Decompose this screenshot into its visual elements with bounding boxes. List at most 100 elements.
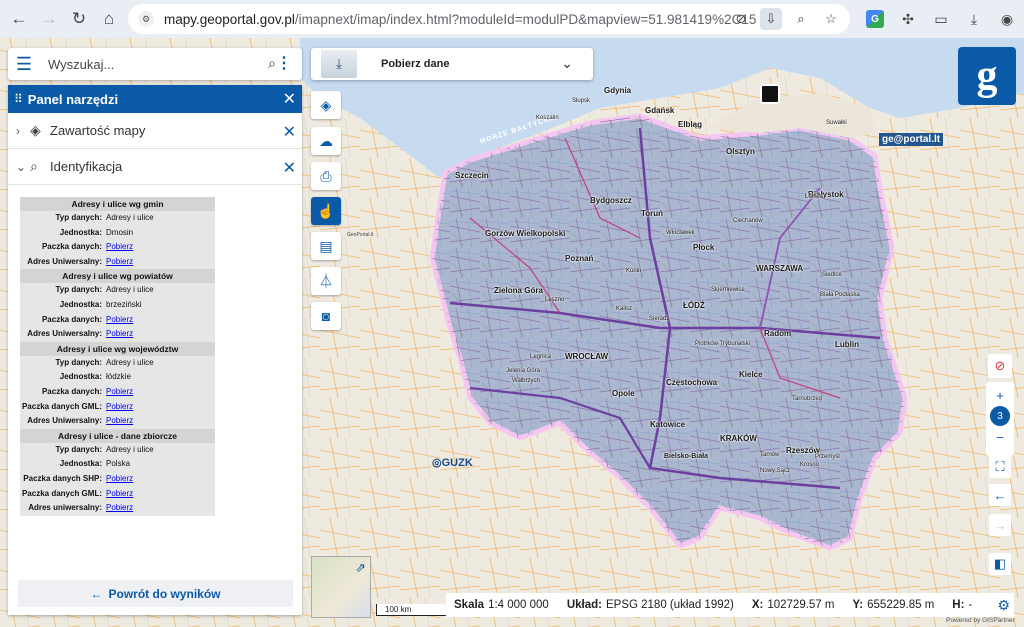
result-value: Adresy i ulice [106, 213, 154, 222]
y-label: Y: [852, 599, 864, 611]
downloads-icon[interactable]: ⤓ [959, 4, 989, 34]
city-label: Łomża [805, 194, 824, 200]
result-row: Typ danych: Adresy i ulice [20, 211, 215, 226]
download-link[interactable]: Pobierz [106, 400, 133, 415]
previous-view-icon[interactable]: ← [989, 484, 1011, 506]
download-link[interactable]: Pobierz [106, 313, 133, 328]
cloud-tool-button[interactable]: ☁ [311, 127, 341, 155]
city-label: Toruń [641, 209, 664, 218]
download-link[interactable]: Pobierz [106, 487, 133, 502]
result-row: Jednostka: łódzkie [20, 370, 215, 385]
result-row: Paczka danych GML: Pobierz [20, 487, 215, 502]
city-label: Kielce [739, 370, 763, 379]
print-tool-button[interactable]: ⎙ [311, 162, 341, 190]
download-link[interactable]: Pobierz [106, 385, 133, 400]
expand-icon[interactable]: ⇗ [355, 560, 366, 576]
city-label: Koszalin [536, 115, 559, 121]
result-key: Adres Uniwersalny: [27, 256, 102, 266]
search-identify-icon: ⌕ [30, 158, 38, 174]
fullscreen-icon[interactable]: ⛶ [989, 456, 1011, 478]
city-label: Ciechanów [733, 218, 763, 224]
city-label: ŁÓDŹ [683, 301, 705, 310]
city-label: Tarnów [760, 452, 780, 458]
extensions-puzzle-icon[interactable]: ✣ [893, 4, 923, 34]
download-link[interactable]: Pobierz [106, 501, 133, 516]
chevron-down-icon[interactable]: ⌄ [561, 55, 573, 72]
result-row: Adres Uniwersalny: Pobierz [20, 414, 215, 429]
eye-off-icon[interactable]: ⊘ [730, 8, 752, 30]
result-row: Jednostka: Dmosin [20, 226, 215, 241]
section-map-contents[interactable]: › ◈ Zawartość mapy ✕ [8, 113, 302, 149]
geoportal-lt-watermark: ge@portal.lt [879, 133, 944, 146]
y-value: 655229.85 m [867, 599, 935, 611]
city-label: Płock [693, 243, 715, 252]
home-icon[interactable]: ⌂ [94, 4, 124, 34]
section-label: Zawartość mapy [50, 123, 146, 138]
chevron-down-icon: ⌄ [16, 159, 27, 174]
city-label: Bydgoszcz [590, 196, 632, 205]
city-label: Wałbrzych [512, 378, 540, 384]
download-link[interactable]: Pobierz [106, 240, 133, 255]
zoom-icon[interactable]: ⌕ [790, 8, 812, 30]
address-bar[interactable]: ⚙ mapy.geoportal.gov.pl/imapnext/imap/in… [128, 4, 850, 34]
tools-panel: ⠿ Panel narzędzi ✕ › ◈ Zawartość mapy ✕ … [8, 85, 302, 615]
close-section-icon[interactable]: ✕ [283, 122, 296, 142]
city-label: Jelenia Góra [506, 368, 541, 374]
result-value: Adresy i ulice [106, 357, 154, 367]
search-input[interactable] [48, 56, 248, 72]
result-row: Typ danych: Adresy i ulice [20, 443, 215, 458]
minimap[interactable]: ⇗ [311, 556, 371, 618]
result-value: Adresy i ulice [106, 285, 154, 295]
hamburger-menu-icon[interactable]: ☰ [8, 48, 40, 80]
more-options-icon[interactable]: ⋮ [276, 53, 292, 73]
site-info-icon[interactable]: ⚙ [138, 11, 154, 27]
clipboard-tool-button[interactable]: ▤ [311, 232, 341, 260]
layers-icon: ◈ [30, 122, 41, 138]
download-link[interactable]: Pobierz [106, 414, 133, 429]
city-label: Gorzów Wielkopolski [485, 229, 566, 238]
download-link[interactable]: Pobierz [106, 472, 133, 487]
profile-icon[interactable]: ◉ [992, 4, 1022, 34]
bookmark-star-icon[interactable]: ☆ [820, 8, 842, 30]
city-label: Częstochowa [666, 378, 718, 387]
back-to-results-button[interactable]: ← Powrót do wyników [18, 580, 293, 607]
identify-pointer-button[interactable]: ☝ [311, 197, 341, 225]
close-section-icon[interactable]: ✕ [283, 158, 296, 178]
zoom-in-button[interactable]: + [989, 384, 1011, 406]
download-link[interactable]: Pobierz [106, 327, 133, 342]
city-label: Katowice [650, 420, 686, 429]
section-identification[interactable]: ⌄ ⌕ Identyfikacja ✕ [8, 149, 302, 185]
forward-arrow-icon[interactable]: → [34, 4, 64, 34]
close-panel-icon[interactable]: ✕ [283, 89, 296, 109]
geoportal-logo[interactable]: g [958, 47, 1016, 105]
search-icon[interactable]: ⌕ [268, 55, 276, 72]
reload-icon[interactable]: ↻ [64, 4, 94, 34]
install-app-icon[interactable]: ⇩ [760, 8, 782, 30]
layers-tool-button[interactable]: ◈ [311, 91, 341, 119]
h-value: - [968, 599, 973, 611]
search-bar: ☰ ⌕ ⋮ [8, 48, 302, 80]
result-key: Adres uniwersalny: [28, 503, 102, 513]
result-row: Adres Uniwersalny: Pobierz [20, 327, 215, 342]
url-path: /imapnext/imap/index.html?moduleId=modul… [294, 11, 756, 27]
sidebar-icon[interactable]: ▭ [926, 4, 956, 34]
crosshair-off-icon[interactable]: ⊘ [988, 354, 1012, 378]
section-label: Identyfikacja [50, 159, 123, 174]
download-link[interactable]: Pobierz [106, 255, 133, 270]
basemap-switch-icon[interactable]: ◧ [989, 553, 1011, 575]
result-key: Paczka danych: [41, 386, 102, 396]
result-group: Adresy i ulice wg powiatów Typ danych: Adr… [20, 269, 215, 342]
result-row: Paczka danych GML: Pobierz [20, 400, 215, 415]
back-arrow-icon[interactable]: ← [4, 4, 34, 34]
camera-tool-button[interactable]: ◙ [311, 302, 341, 330]
guzk-watermark: ◎GUZK [432, 457, 473, 469]
next-view-icon[interactable]: → [989, 514, 1011, 536]
city-label: Elbląg [678, 120, 703, 129]
zoom-out-button[interactable]: − [989, 426, 1011, 448]
download-data-box[interactable]: ⤓ Pobierz dane ⌄ [311, 48, 593, 80]
translate-extension-icon[interactable]: G [860, 4, 890, 34]
sensor-tool-button[interactable]: ⏃ [311, 267, 341, 295]
city-label: Radom [764, 329, 792, 338]
result-group: Adresy i ulice - dane zbiorcze Typ danych… [20, 428, 215, 516]
settings-gear-icon[interactable]: ⚙ [997, 597, 1010, 614]
